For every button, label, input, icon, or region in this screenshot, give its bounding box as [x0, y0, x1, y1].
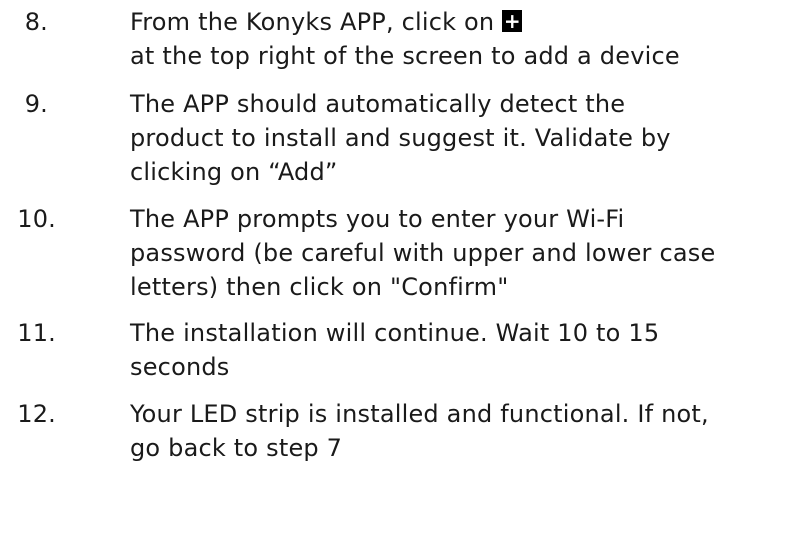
step-text: The APP should automatically detect the … — [130, 87, 809, 189]
step-line: go back to step 7 — [130, 434, 343, 462]
step-number: 12. — [17, 400, 56, 428]
step-line: From the Konyks APP, click on + — [130, 5, 809, 39]
step-line: clicking on “Add” — [130, 158, 338, 186]
step-number: 9. — [24, 90, 48, 118]
step-line: password (be careful with upper and lowe… — [130, 239, 716, 267]
step-text: The installation will continue. Wait 10 … — [130, 316, 809, 384]
step-line-text: From the Konyks APP, click on — [130, 8, 495, 36]
step-number: 11. — [17, 319, 56, 347]
step-line: letters) then click on "Confirm" — [130, 273, 509, 301]
step-line: Your LED strip is installed and function… — [130, 400, 709, 428]
step-number: 10. — [17, 205, 56, 233]
step-line: at the top right of the screen to add a … — [130, 42, 680, 70]
step-text: Your LED strip is installed and function… — [130, 397, 809, 465]
instructions-page: { "steps": [ { "number": "8.", "lines": … — [0, 0, 809, 540]
plus-icon: + — [502, 9, 523, 33]
step-line: product to install and suggest it. Valid… — [130, 124, 671, 152]
step-text: The APP prompts you to enter your Wi-Fi … — [130, 202, 809, 304]
step-line: The installation will continue. Wait 10 … — [130, 319, 660, 347]
step-text: From the Konyks APP, click on + at the to… — [130, 5, 809, 73]
step-line: The APP prompts you to enter your Wi-Fi — [130, 205, 625, 233]
step-line: seconds — [130, 353, 230, 381]
step-line: The APP should automatically detect the — [130, 90, 626, 118]
step-number: 8. — [24, 8, 48, 36]
